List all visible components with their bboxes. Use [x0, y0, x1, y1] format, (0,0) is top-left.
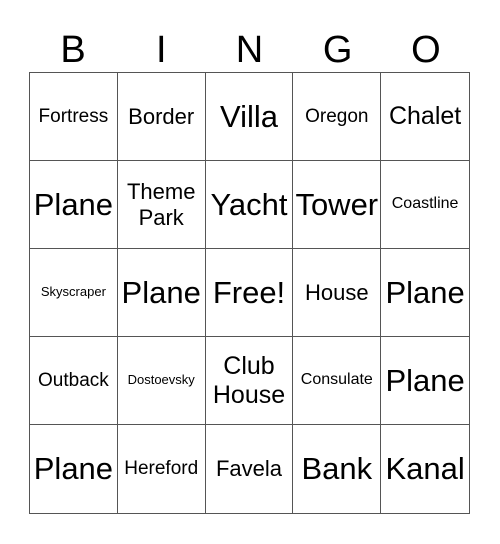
bingo-cell[interactable]: Oregon [293, 73, 382, 161]
bingo-header: B I N G O [29, 28, 470, 72]
header-letter-o: O [411, 29, 441, 71]
bingo-cell-label: Kanal [385, 451, 465, 487]
bingo-cell-label: Fortress [38, 105, 109, 127]
bingo-cell-label: House [304, 279, 369, 305]
bingo-cell[interactable]: Plane [381, 249, 469, 337]
bingo-cell[interactable]: Theme Park [117, 161, 206, 249]
bingo-cell[interactable]: Villa [205, 73, 294, 161]
bingo-cell-label: Oregon [305, 105, 369, 127]
bingo-cell-label: Tower [295, 186, 379, 222]
bingo-cell[interactable]: Club House [205, 337, 294, 425]
bingo-cell-label: Villa [219, 98, 278, 134]
bingo-cell[interactable]: House [293, 249, 382, 337]
bingo-cell[interactable]: Yacht [205, 161, 294, 249]
bingo-cell-label: Outback [38, 369, 109, 391]
bingo-cell-label: Club House [212, 351, 286, 409]
bingo-cell[interactable]: Skyscraper [30, 249, 118, 337]
bingo-cell-label: Plane [385, 274, 465, 310]
bingo-cell[interactable]: Fortress [30, 73, 118, 161]
bingo-cell[interactable]: Chalet [381, 73, 469, 161]
bingo-cell[interactable]: Outback [30, 337, 118, 425]
bingo-cell[interactable]: Plane [30, 425, 118, 513]
bingo-cell-label: Dostoevsky [127, 372, 195, 388]
bingo-cell-label: Consulate [300, 371, 373, 389]
bingo-cell[interactable]: Plane [117, 249, 206, 337]
bingo-cell-label: Plane [33, 186, 114, 222]
bingo-cell[interactable]: Plane [30, 161, 118, 249]
bingo-cell-label: Favela [215, 456, 283, 482]
bingo-cell-label: Coastline [391, 195, 459, 213]
bingo-cell[interactable]: Favela [206, 425, 294, 513]
bingo-cell[interactable]: Consulate [293, 337, 382, 425]
bingo-cell[interactable]: Bank [293, 425, 382, 513]
bingo-cell-label: Plane [33, 451, 114, 487]
bingo-cell[interactable]: Border [117, 73, 206, 161]
bingo-cell-label: Border [128, 103, 195, 129]
bingo-cell-label: Hereford [124, 458, 199, 480]
bingo-cell[interactable]: Hereford [118, 425, 206, 513]
bingo-cell[interactable]: Kanal [381, 425, 469, 513]
bingo-cell-label: Free! [212, 274, 286, 310]
bingo-cell[interactable]: Coastline [381, 161, 469, 249]
bingo-cell-label: Skyscraper [40, 284, 106, 300]
bingo-card-grid: Fortress Border Villa Oregon Chalet Plane Them… [29, 72, 470, 514]
free-space-cell[interactable]: Free! [205, 249, 294, 337]
bingo-cell[interactable]: Tower [293, 161, 382, 249]
bingo-cell-label: Chalet [388, 102, 462, 131]
bingo-cell-label: Plane [121, 274, 201, 310]
bingo-cell-label: Yacht [210, 186, 288, 222]
bingo-cell-label: Bank [301, 451, 373, 487]
header-letter-n: N [235, 29, 264, 71]
bingo-cell-label: Theme Park [126, 179, 196, 230]
header-letter-b: B [60, 29, 86, 71]
header-letter-g: G [322, 29, 353, 71]
bingo-cell[interactable]: Dostoevsky [117, 337, 206, 425]
bingo-cell[interactable]: Plane [381, 337, 469, 425]
bingo-cell-label: Plane [385, 362, 465, 398]
header-letter-i: I [156, 29, 167, 71]
